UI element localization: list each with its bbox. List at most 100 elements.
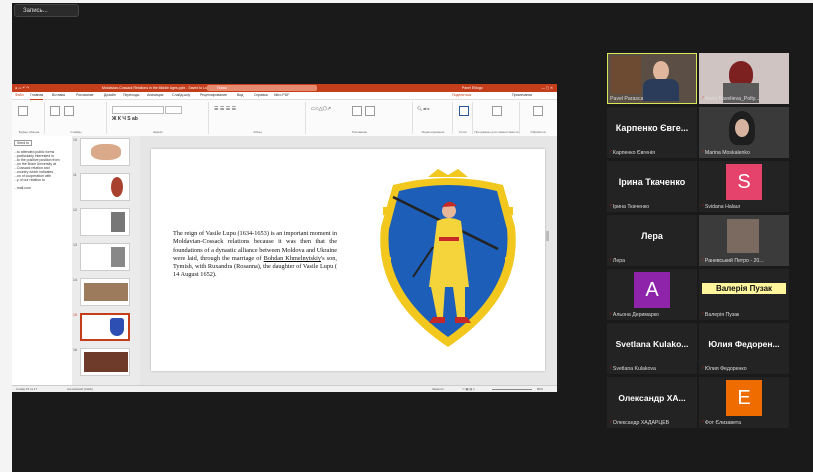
participant-tile[interactable]: Svetlana Kulako... ⁄ Svetlana Kulakova — [607, 323, 697, 374]
ppt-title-bar: ● ▭ ↶ ↷ Moldavian-Cossack Relations in t… — [12, 84, 557, 92]
ppt-search-box[interactable]: Поиск — [207, 85, 317, 91]
view-buttons[interactable]: ▭ ▦ ▤ ▷ — [462, 386, 475, 392]
participant-name: ⁄ Лера — [610, 258, 625, 264]
participant-tile[interactable]: Лера ⁄ Лера — [607, 215, 697, 266]
participant-tile[interactable]: ⁄ Marina Moskalenko — [699, 107, 789, 158]
slide-thumbnail[interactable] — [80, 278, 130, 306]
tab-home[interactable]: Главная — [30, 92, 44, 100]
window-controls[interactable]: — ▢ ✕ — [541, 84, 553, 92]
mic-muted-icon: ⁄ — [702, 312, 703, 318]
side-pane-line: Send to — [14, 140, 33, 146]
font-size-select[interactable] — [165, 106, 182, 114]
dictate-icon[interactable] — [459, 106, 469, 116]
email-side-pane: Send to ...to attended public forms ...p… — [12, 136, 73, 386]
ppt-search-label: Поиск — [217, 86, 227, 90]
participant-name: ⁄ Карпенко Євгенія — [610, 150, 655, 156]
recording-indicator[interactable]: Запись... — [14, 4, 79, 17]
tab-design[interactable]: Дизайн — [104, 92, 116, 99]
participant-tile[interactable]: E ⁄ Фот Єлизавета — [699, 377, 789, 428]
participant-tile[interactable]: S ⁄ Svidana Halaur — [699, 161, 789, 212]
font-format-icons[interactable]: Ж К Ч S ab — [112, 116, 138, 122]
ribbon-group-slides: Слайды — [46, 102, 107, 134]
processing-icon[interactable] — [533, 106, 543, 116]
find-icon[interactable]: 🔍︎ ⇄ ▸ — [417, 106, 430, 111]
tab-insert[interactable]: Вставка — [52, 92, 65, 99]
slide-body-text[interactable]: The reign of Vasile Lupu (1634-1653) is … — [173, 230, 337, 280]
slide-thumbnail[interactable] — [80, 348, 130, 376]
arrange-icon[interactable] — [352, 106, 362, 116]
mic-muted-icon: ⁄ — [610, 258, 611, 264]
zoom-slider[interactable] — [492, 389, 532, 390]
participant-tile[interactable]: ⁄ Раневський Петро - 20... — [699, 215, 789, 266]
ppt-ribbon: Буфер обмена Слайды Ж К Ч S ab Шрифт ☰ ☰… — [12, 100, 557, 137]
mic-muted-icon: ⁄ — [702, 96, 703, 102]
ribbon-group-label: Шрифт — [153, 130, 163, 134]
ribbon-group-voice: Голос — [454, 102, 473, 134]
language-status: Английский (США) — [67, 387, 93, 391]
participant-tile[interactable]: Ірина Ткаченко ⁄ Ірина Ткаченко — [607, 161, 697, 212]
ppt-body: Send to ...to attended public forms ...p… — [12, 136, 557, 386]
vertical-scrollbar[interactable] — [546, 231, 549, 241]
participant-name: ⁄ Ірина Ткаченко — [610, 204, 650, 210]
participant-avatar: S — [726, 164, 762, 200]
shapes-icon[interactable]: ▭○△⬠↗ — [311, 106, 331, 112]
ribbon-group-label: Редактирование — [421, 130, 445, 134]
compat-icon[interactable] — [492, 106, 502, 116]
participant-tile[interactable]: Карпенко Євге... ⁄ Карпенко Євгенія — [607, 107, 697, 158]
tab-draw[interactable]: Рисование — [76, 92, 94, 99]
participant-tile[interactable]: A ⁄ Альона Деримарко — [607, 269, 697, 320]
participant-name: ⁄ Юлия Федоренко — [702, 366, 747, 372]
tab-nitro-pdf[interactable]: Nitro PDF — [274, 92, 289, 99]
participant-tile[interactable]: Pavel Parasca — [607, 53, 697, 104]
participant-name: ⁄ Anna Pavelieva_Polty... — [702, 96, 760, 102]
participant-tile[interactable]: Юлия Федорен... ⁄ Юлия Федоренко — [699, 323, 789, 374]
ribbon-group-label: Буфер обмена — [18, 130, 40, 134]
participant-video — [727, 219, 759, 253]
slide-number: 11 — [73, 173, 77, 177]
font-name-select[interactable] — [112, 106, 164, 114]
participant-display-name: Олександр ХА... — [618, 393, 686, 403]
comments-button[interactable]: Примечания — [512, 92, 532, 99]
slide-thumbnail-selected[interactable] — [80, 313, 130, 341]
slide-thumbnail[interactable] — [80, 138, 130, 166]
participant-video — [735, 119, 749, 137]
participant-tile[interactable]: Олександр ХА... ⁄ Олександр ХАДАРЦЕВ — [607, 377, 697, 428]
participant-name: Pavel Parasca — [610, 96, 644, 102]
tab-transitions[interactable]: Переходы — [123, 92, 139, 99]
tab-review[interactable]: Рецензирование — [200, 92, 227, 99]
participant-tile[interactable]: Валерія Пузак ⁄ Валерія Пузак — [699, 269, 789, 320]
slide-thumbnail[interactable] — [80, 243, 130, 271]
tab-slideshow[interactable]: Слайд-шоу — [172, 92, 190, 99]
current-slide[interactable]: The reign of Vasile Lupu (1634-1653) is … — [151, 149, 545, 371]
quick-styles-icon[interactable] — [365, 106, 375, 116]
participant-display-name: Карпенко Євге... — [615, 123, 689, 133]
paste-icon[interactable] — [18, 106, 28, 116]
ribbon-group-editing: 🔍︎ ⇄ ▸ Редактирование — [414, 102, 453, 134]
autosave-icon[interactable]: ● ▭ ↶ ↷ — [15, 84, 29, 92]
participant-name: ⁄ Svetlana Kulakova — [610, 366, 656, 372]
notes-toggle[interactable]: Заметки — [432, 386, 443, 392]
share-button[interactable]: Поделиться — [452, 92, 471, 99]
side-pane-text: Send to ...to attended public forms ...p… — [12, 136, 72, 190]
slide-thumbnail[interactable] — [80, 208, 130, 236]
participant-name: ⁄ Олександр ХАДАРЦЕВ — [610, 420, 670, 426]
ribbon-group-label: Голос — [459, 130, 467, 134]
participant-tile[interactable]: ⁄ Anna Pavelieva_Polty... — [699, 53, 789, 104]
new-slide-icon[interactable] — [50, 106, 60, 116]
ppt-window-title: Moldavian-Cossack Relations in the Middl… — [102, 86, 218, 90]
tab-view[interactable]: Вид — [237, 92, 243, 99]
participant-name: ⁄ Альона Деримарко — [610, 312, 659, 318]
participant-display-name: Лера — [641, 231, 663, 241]
slide-thumbnail[interactable] — [80, 173, 130, 201]
participant-name: ⁄ Marina Moskalenko — [702, 150, 750, 156]
slide-editor[interactable]: The reign of Vasile Lupu (1634-1653) is … — [140, 136, 557, 386]
ppt-user-name: Pavel Ehlogu — [462, 86, 483, 90]
tab-animations[interactable]: Анимация — [147, 92, 163, 99]
tab-help[interactable]: Справка — [254, 92, 268, 99]
layout-icon[interactable] — [64, 106, 74, 116]
tab-file[interactable]: Файл — [15, 92, 24, 99]
coat-of-arms-image — [380, 169, 516, 347]
paragraph-icons[interactable]: ☰ ☰ ☰ ☰ — [214, 106, 236, 112]
slide-number: 13 — [73, 243, 77, 247]
shared-screen-powerpoint[interactable]: ● ▭ ↶ ↷ Moldavian-Cossack Relations in t… — [12, 84, 557, 392]
